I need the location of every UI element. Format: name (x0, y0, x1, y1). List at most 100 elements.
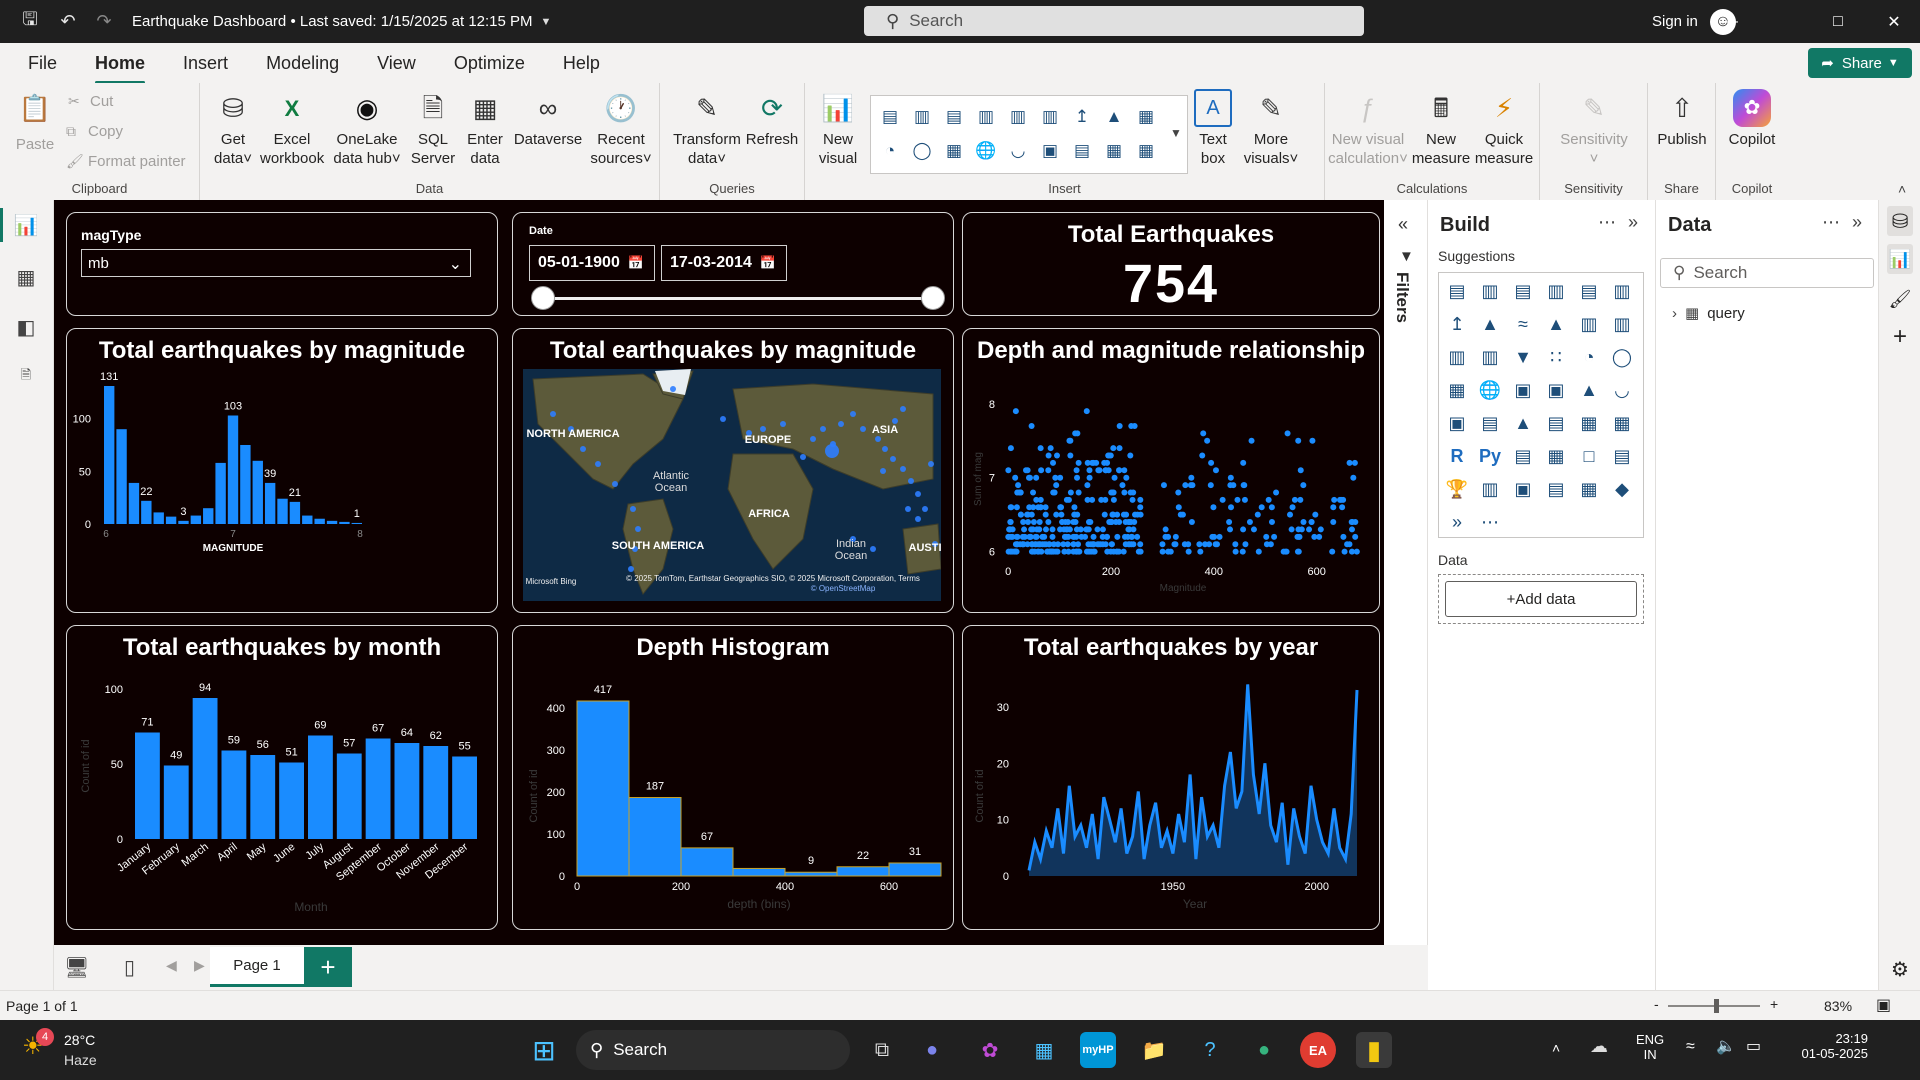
card-icon[interactable]: ▣ (1039, 140, 1061, 162)
matrix-icon[interactable]: ▦ (1135, 140, 1157, 162)
line-chart-icon[interactable]: ↥ (1071, 106, 1093, 128)
more-visuals-button[interactable]: ✎ More visuals˅ (1241, 89, 1301, 168)
stacked-area-icon[interactable]: ≈ (1511, 312, 1535, 336)
tab-modeling[interactable]: Modeling (266, 47, 339, 80)
shape-map-icon[interactable]: ▣ (1544, 378, 1568, 402)
clustered-bar-icon[interactable]: ▤ (1511, 279, 1535, 303)
treemap-icon[interactable]: ▦ (1445, 378, 1469, 402)
kpi-icon[interactable]: ▲ (1511, 411, 1535, 435)
stacked-bar-100-icon[interactable]: ▥ (1007, 106, 1029, 128)
tab-optimize[interactable]: Optimize (454, 47, 525, 80)
visual-gallery[interactable]: ▤ ▥ ▤ ▥ ▥ ▥ ↥ ▲ ▦ ◔ ◯ ▦ 🌐 ◡ ▣ ▤ ▦ ▦ ▼ (870, 95, 1188, 174)
page-tab-page1[interactable]: Page 1 (210, 947, 304, 987)
tab-file[interactable]: File (28, 47, 57, 80)
myhp-icon[interactable]: myHP (1080, 1032, 1116, 1068)
format-painter-button[interactable]: 🖌 Format painter (66, 153, 186, 170)
map-icon[interactable]: 🌐 (975, 140, 997, 162)
date-slider-end-handle[interactable] (921, 286, 945, 310)
windows-start-icon[interactable]: ⊞ (526, 1032, 562, 1068)
help-icon[interactable]: ? (1192, 1032, 1228, 1068)
excel-workbook-button[interactable]: X Excel workbook (260, 89, 324, 168)
area-chart-icon[interactable]: ▲ (1478, 312, 1502, 336)
tab-insert[interactable]: Insert (183, 47, 228, 80)
model-view-icon[interactable]: ◧ (13, 314, 39, 340)
tab-view[interactable]: View (377, 47, 416, 80)
cut-button[interactable]: ✂ Cut (68, 93, 113, 110)
line-chart-icon[interactable]: ↥ (1445, 312, 1469, 336)
decomposition-tree-icon[interactable]: ▦ (1544, 444, 1568, 468)
file-explorer-icon[interactable]: 📁 (1136, 1032, 1172, 1068)
new-visual-calculation-button[interactable]: ƒ New visual calculation˅ (1327, 89, 1409, 168)
clustered-column-icon[interactable]: ▥ (975, 106, 997, 128)
treemap-icon[interactable]: ▦ (943, 140, 965, 162)
get-data-button[interactable]: ⛁ Get data˅ (206, 89, 260, 168)
new-visual-button[interactable]: 📊 New visual (811, 89, 865, 168)
multirow-card-icon[interactable]: ▤ (1071, 140, 1093, 162)
edge-icon[interactable]: ● (1246, 1032, 1282, 1068)
zoom-out-button[interactable]: - (1654, 996, 1659, 1012)
new-measure-button[interactable]: 🖩 New measure (1411, 89, 1471, 168)
new-card-icon[interactable]: ▦ (1577, 477, 1601, 501)
query-table-item[interactable]: › ▦ query (1672, 304, 1745, 323)
collapse-pane-icon[interactable]: » (1628, 212, 1638, 233)
ea-app-icon[interactable]: EA (1300, 1032, 1336, 1068)
desktop-layout-icon[interactable]: 🖥 (64, 955, 89, 980)
metrics-icon[interactable]: 🏆 (1445, 477, 1469, 501)
sensitivity-button[interactable]: ✎ Sensitivity ˅ (1548, 89, 1640, 168)
more-visuals-icon[interactable]: ⋯ (1478, 510, 1502, 534)
undo-icon[interactable]: ↶ (58, 11, 78, 32)
format-pane-icon[interactable]: 🖌 (1887, 284, 1913, 314)
sql-server-button[interactable]: 🗎 SQL Server (410, 89, 456, 168)
area-chart-icon[interactable]: ▲ (1103, 106, 1125, 128)
add-page-button[interactable]: + (304, 947, 352, 987)
store-icon[interactable]: ▦ (1026, 1032, 1062, 1068)
map-icon[interactable]: 🌐 (1478, 378, 1502, 402)
onedrive-icon[interactable]: ☁ (1590, 1036, 1608, 1057)
data-search-input[interactable]: ⚲ Search (1660, 258, 1874, 288)
copy-button[interactable]: ⧉ Copy (66, 123, 123, 140)
pie-chart-icon[interactable]: ◔ (879, 140, 901, 162)
table-view-icon[interactable]: ▦ (13, 264, 39, 290)
date-to-input[interactable]: 17-03-2014 📅 (661, 245, 787, 281)
world-map[interactable]: NORTH AMERICA EUROPEASIAAtlanticOceanAFRI… (523, 369, 941, 601)
teams-icon[interactable]: ● (914, 1032, 950, 1068)
taskbar-search[interactable]: ⚲ Search (576, 1030, 850, 1070)
stacked-column-100-icon[interactable]: ▥ (1039, 106, 1061, 128)
task-view-icon[interactable]: ⧉ (864, 1032, 900, 1068)
more-options-icon[interactable]: ⋯ (1822, 212, 1840, 233)
copilot-button[interactable]: ✿ Copilot (1722, 89, 1782, 149)
card-icon[interactable]: ▣ (1445, 411, 1469, 435)
python-visual-icon[interactable]: Py (1478, 444, 1502, 468)
filled-map-icon[interactable]: ▣ (1511, 378, 1535, 402)
chevron-down-icon[interactable]: ▼ (541, 16, 552, 28)
zoom-in-button[interactable]: + (1770, 996, 1778, 1012)
date-from-input[interactable]: 05-01-1900 📅 (529, 245, 655, 281)
zoom-slider-thumb[interactable] (1714, 999, 1719, 1013)
redo-icon[interactable]: ↷ (94, 11, 114, 32)
onelake-button[interactable]: ◉ OneLake data hub˅ (330, 89, 404, 168)
data-pane-icon[interactable]: ⛁ (1887, 206, 1913, 236)
funnel-icon[interactable]: ▼ (1511, 345, 1535, 369)
volume-icon[interactable]: 🔈 (1716, 1036, 1736, 1056)
magtype-dropdown[interactable]: mb ⌄ (81, 249, 471, 277)
more-options-icon[interactable]: ⋯ (1598, 212, 1616, 233)
clock[interactable]: 23:19 01-05-2025 (1788, 1031, 1869, 1061)
stacked-bar-icon[interactable]: ▤ (1445, 279, 1469, 303)
date-slider-start-handle[interactable] (531, 286, 555, 310)
stacked-bar-100-icon[interactable]: ▤ (1577, 279, 1601, 303)
r-visual-icon[interactable]: R (1445, 444, 1469, 468)
stacked-area-icon[interactable]: ▦ (1135, 106, 1157, 128)
tab-help[interactable]: Help (563, 47, 600, 80)
gauge-icon[interactable]: ◡ (1007, 140, 1029, 162)
ribbon-chart-icon[interactable]: ▥ (1445, 345, 1469, 369)
window-title[interactable]: Earthquake Dashboard • Last saved: 1/15/… (132, 13, 533, 30)
prev-page-icon[interactable]: ◀ (166, 957, 177, 974)
collapse-ribbon-icon[interactable]: ˄ (1898, 181, 1906, 197)
table-visual-icon[interactable]: ▦ (1577, 411, 1601, 435)
line-clustered-column-icon[interactable]: ▥ (1610, 312, 1634, 336)
text-box-button[interactable]: A Text box (1193, 89, 1233, 168)
paste-button[interactable]: 📋 Paste (12, 89, 58, 154)
build-pane-icon[interactable]: 📊 (1887, 244, 1913, 274)
smart-narrative-icon[interactable]: ▤ (1610, 444, 1634, 468)
filters-pane-collapsed[interactable]: « ▼ Filters (1384, 200, 1428, 945)
